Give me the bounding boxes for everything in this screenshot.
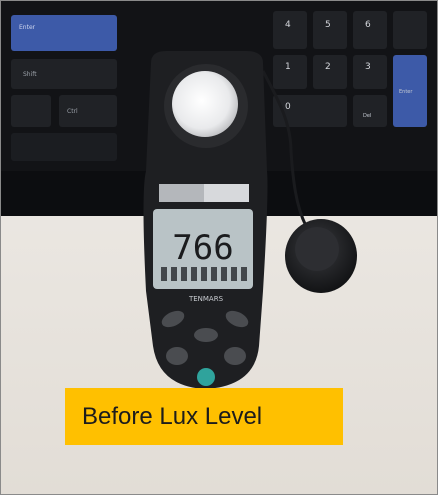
svg-text:1: 1 [285,62,291,72]
svg-text:2: 2 [325,62,331,72]
svg-text:Enter: Enter [399,89,413,95]
photo-frame: Enter Shift Ctrl 4 5 6 1 2 3 0 Del Enter… [0,0,438,495]
svg-text:0: 0 [285,102,291,112]
key-enter [11,15,117,51]
light-meter: 766 TENMARS [143,51,268,389]
meter-brand: TENMARS [188,295,224,303]
svg-text:Ctrl: Ctrl [67,108,78,115]
svg-text:4: 4 [285,20,291,30]
light-sensor-icon [172,71,238,137]
svg-text:Del: Del [363,113,371,119]
svg-text:Shift: Shift [23,71,37,78]
lux-reading: 766 [172,228,233,268]
svg-text:5: 5 [325,20,331,30]
svg-text:6: 6 [365,20,371,30]
caption-text: Before Lux Level [82,402,263,430]
svg-text:3: 3 [365,62,371,72]
svg-text:Enter: Enter [19,24,36,31]
caption-label: Before Lux Level [65,388,343,445]
